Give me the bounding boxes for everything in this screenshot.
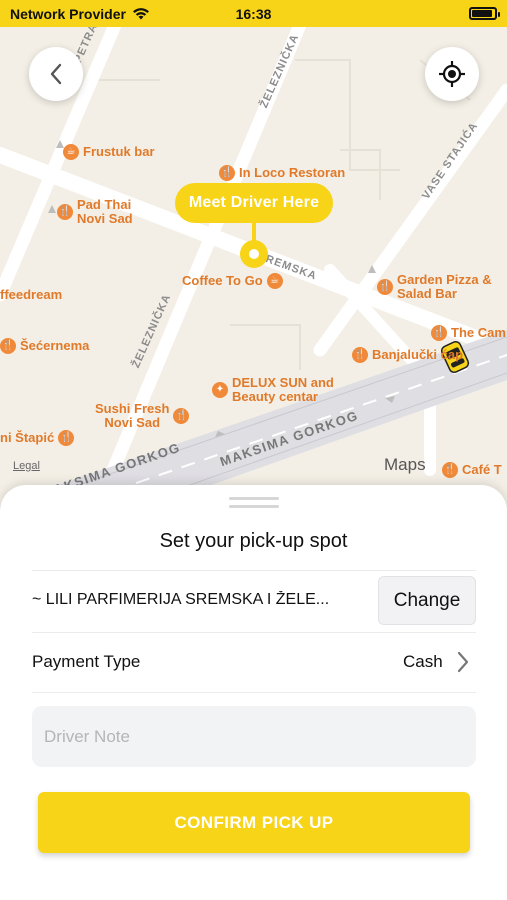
poi-the-cam[interactable]: 🍴 The Cam <box>431 325 506 341</box>
pin-stem <box>252 222 256 242</box>
carrier-label: Network Provider <box>10 5 126 22</box>
poi-frustuk-bar[interactable]: ☕ Frustuk bar <box>63 144 155 160</box>
restaurant-icon: 🍴 <box>173 408 190 424</box>
battery-icon <box>469 7 500 20</box>
chevron-right-icon <box>457 651 469 673</box>
status-time: 16:38 <box>235 5 272 22</box>
driver-note-input[interactable] <box>32 706 476 767</box>
restaurant-icon: 🍴 <box>219 165 235 181</box>
restaurant-icon: 🍴 <box>0 338 16 354</box>
poi-garden-pizza[interactable]: 🍴 Garden Pizza & Salad Bar <box>377 273 492 301</box>
wifi-icon <box>132 8 149 20</box>
poi-banjalucki[interactable]: 🍴 Banjalučki ćap <box>352 347 463 363</box>
poi-sushi-fresh[interactable]: 🍴 Sushi Fresh Novi Sad <box>95 402 190 430</box>
confirm-pickup-button[interactable]: CONFIRM PICK UP <box>38 792 470 853</box>
locate-me-button[interactable] <box>425 47 479 101</box>
coffee-icon: ☕ <box>266 273 283 289</box>
restaurant-icon: 🍴 <box>58 430 75 446</box>
poi-pad-thai[interactable]: 🍴 Pad Thai Novi Sad <box>57 198 133 226</box>
poi-in-loco[interactable]: 🍴 In Loco Restoran <box>219 165 345 181</box>
restaurant-icon: 🍴 <box>352 347 368 363</box>
poi-secernema[interactable]: 🍴 Šećernema <box>0 338 89 354</box>
restaurant-icon: 🍴 <box>377 279 393 295</box>
apple-maps-logo: Maps <box>384 455 426 474</box>
meet-driver-pin-label: Meet Driver Here <box>175 183 333 223</box>
sheet-grabber[interactable] <box>229 497 279 500</box>
poi-cafe[interactable]: 🍴 Café T <box>442 462 502 478</box>
crosshair-icon <box>439 61 465 87</box>
restaurant-icon: ☕ <box>63 144 79 160</box>
beauty-icon: ✦ <box>212 382 228 398</box>
pickup-address: ~ LILI PARFIMERIJA SREMSKA I ŽELE... <box>32 591 330 608</box>
change-address-button[interactable]: Change <box>378 576 476 625</box>
legal-link[interactable]: Legal <box>13 460 40 472</box>
pickup-pin-icon[interactable] <box>240 240 268 268</box>
poi-coffee-to-go[interactable]: ☕ Coffee To Go <box>182 273 283 289</box>
payment-type-value: Cash <box>403 652 443 671</box>
restaurant-icon: 🍴 <box>431 325 447 341</box>
sheet-title: Set your pick-up spot <box>159 530 348 552</box>
status-bar: Network Provider 16:38 <box>0 0 507 27</box>
poi-stapic[interactable]: 🍴 ni Štapić <box>0 430 75 446</box>
restaurant-icon: 🍴 <box>57 204 73 220</box>
sheet-grabber-line <box>229 505 279 508</box>
pickup-bottom-sheet: Set your pick-up spot ~ LILI PARFIMERIJA… <box>0 485 507 900</box>
divider <box>32 632 476 633</box>
payment-type-label: Payment Type <box>32 652 141 671</box>
back-button[interactable] <box>29 47 83 101</box>
restaurant-icon: 🍴 <box>442 462 458 478</box>
chevron-left-icon <box>50 63 62 85</box>
poi-delux-sun[interactable]: ✦ DELUX SUN and Beauty centar <box>212 376 334 404</box>
divider <box>32 692 476 693</box>
poi-coffeedream[interactable]: ffeedream <box>0 288 62 302</box>
divider <box>32 570 476 571</box>
